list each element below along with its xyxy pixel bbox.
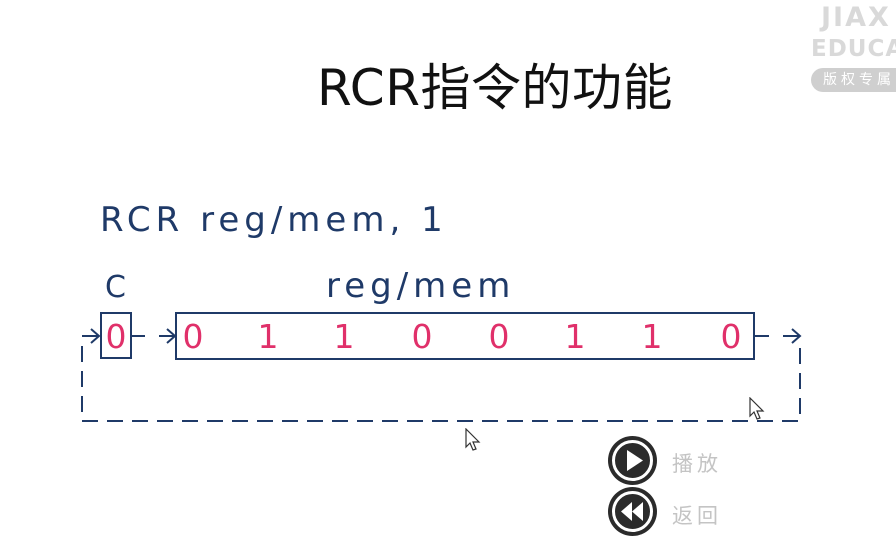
rewind-icon bbox=[612, 491, 653, 532]
register-bit-7: 0 bbox=[721, 317, 742, 356]
register-bit-2: 1 bbox=[334, 317, 355, 356]
register-bit-6: 1 bbox=[642, 317, 663, 356]
play-icon bbox=[612, 440, 653, 481]
carry-bit: 0 bbox=[106, 317, 127, 356]
register-bit-5: 1 bbox=[565, 317, 586, 356]
register-bit-1: 1 bbox=[258, 317, 279, 356]
play-button[interactable] bbox=[608, 436, 657, 485]
back-label[interactable]: 返回 bbox=[672, 500, 722, 530]
register-bit-3: 0 bbox=[412, 317, 433, 356]
rcr-diagram: 0 0 1 1 0 0 1 1 0 bbox=[81, 312, 802, 422]
dashed-feedback-loop bbox=[81, 346, 801, 422]
mouse-cursor-icon bbox=[749, 397, 765, 420]
register-bit-0: 0 bbox=[183, 317, 204, 356]
back-button[interactable] bbox=[608, 487, 657, 536]
mouse-cursor-icon bbox=[465, 428, 481, 451]
register-bit-4: 0 bbox=[489, 317, 510, 356]
play-label[interactable]: 播放 bbox=[672, 448, 722, 478]
